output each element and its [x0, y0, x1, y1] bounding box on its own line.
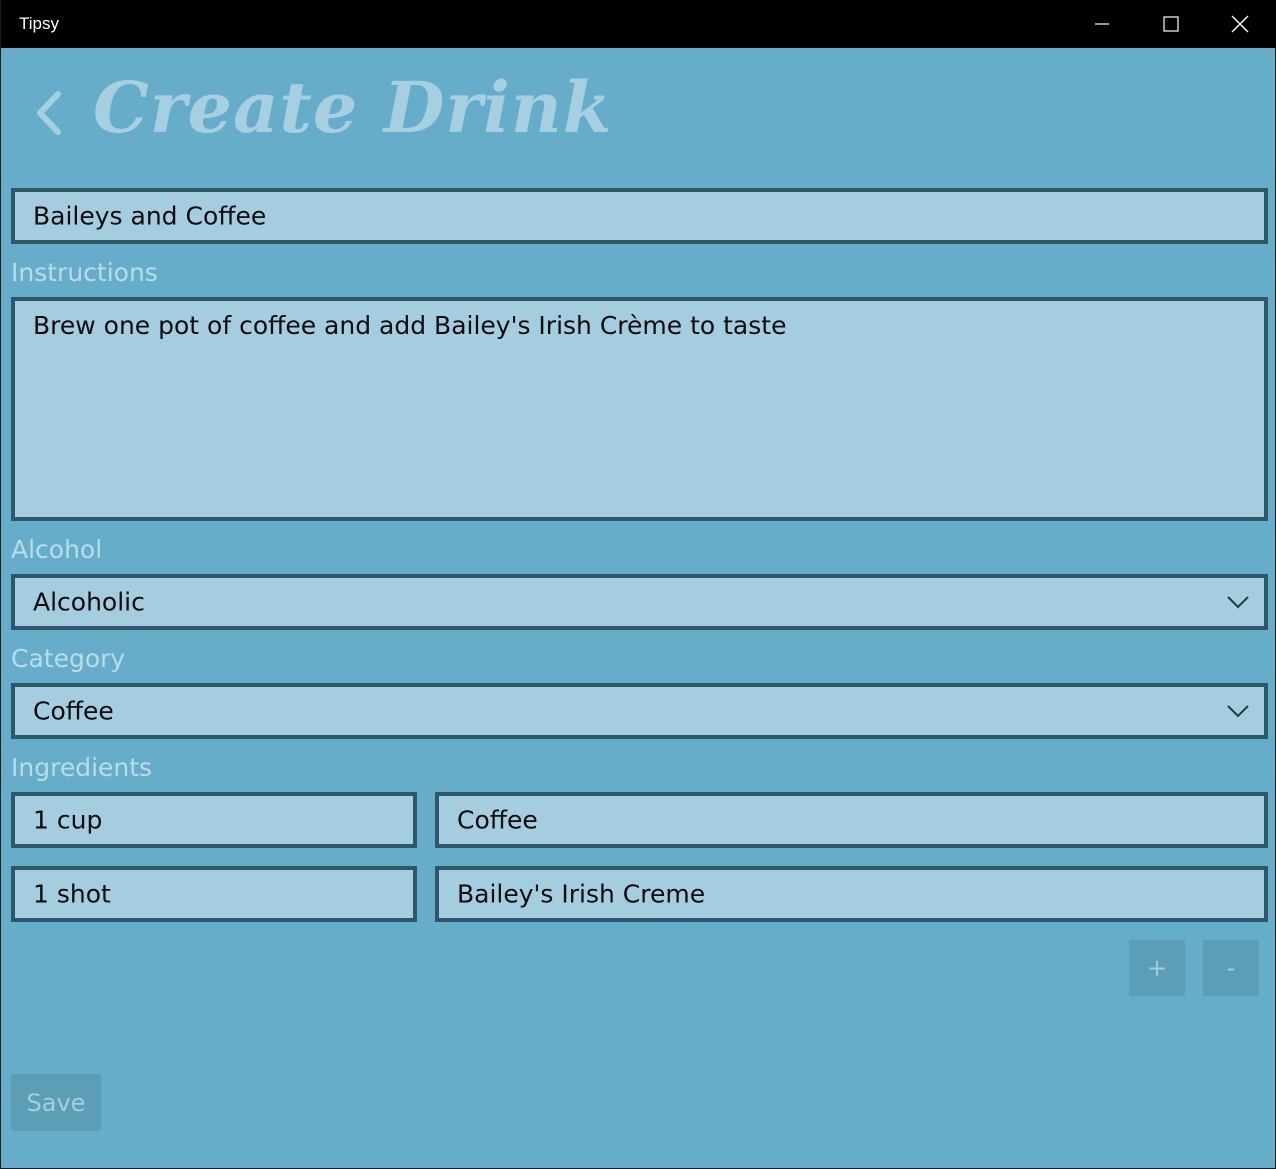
minimize-icon	[1095, 23, 1109, 25]
ingredient-amount-value: 1 shot	[33, 879, 111, 909]
alcohol-select[interactable]: Alcoholic	[11, 574, 1268, 630]
remove-ingredient-button[interactable]: -	[1203, 940, 1259, 996]
maximize-button[interactable]	[1137, 0, 1205, 48]
instructions-label: Instructions	[11, 258, 158, 287]
instructions-textarea[interactable]: Brew one pot of coffee and add Bailey's …	[11, 297, 1268, 521]
close-icon	[1231, 15, 1249, 33]
chevron-down-icon	[1227, 705, 1249, 718]
chevron-left-icon	[37, 91, 61, 135]
alcohol-label: Alcohol	[11, 535, 103, 564]
ingredient-name-value: Coffee	[457, 805, 538, 835]
chevron-down-icon	[1227, 596, 1249, 609]
ingredient-amount-value: 1 cup	[33, 805, 103, 835]
save-button[interactable]: Save	[11, 1074, 101, 1131]
back-button[interactable]	[27, 88, 71, 138]
ingredient-name-input[interactable]: Bailey's Irish Creme	[435, 866, 1268, 922]
ingredient-amount-input[interactable]: 1 cup	[11, 792, 417, 848]
category-value: Coffee	[33, 696, 114, 726]
app-window: Tipsy Create Drink Baileys and Coffee In…	[0, 0, 1276, 1169]
maximize-icon	[1163, 16, 1179, 32]
category-label: Category	[11, 644, 126, 673]
add-ingredient-button[interactable]: +	[1129, 940, 1185, 996]
close-button[interactable]	[1206, 0, 1274, 48]
category-select[interactable]: Coffee	[11, 683, 1268, 739]
page-title: Create Drink	[93, 66, 613, 149]
ingredient-name-value: Bailey's Irish Creme	[457, 879, 706, 909]
alcohol-value: Alcoholic	[33, 587, 145, 617]
app-title: Tipsy	[19, 14, 59, 33]
ingredient-amount-input[interactable]: 1 shot	[11, 866, 417, 922]
drink-name-value: Baileys and Coffee	[33, 201, 267, 231]
ingredients-label: Ingredients	[11, 753, 153, 782]
title-bar[interactable]: Tipsy	[1, 0, 1276, 48]
ingredient-name-input[interactable]: Coffee	[435, 792, 1268, 848]
drink-name-input[interactable]: Baileys and Coffee	[11, 188, 1268, 244]
instructions-value: Brew one pot of coffee and add Bailey's …	[33, 311, 787, 340]
minimize-button[interactable]	[1068, 0, 1136, 48]
